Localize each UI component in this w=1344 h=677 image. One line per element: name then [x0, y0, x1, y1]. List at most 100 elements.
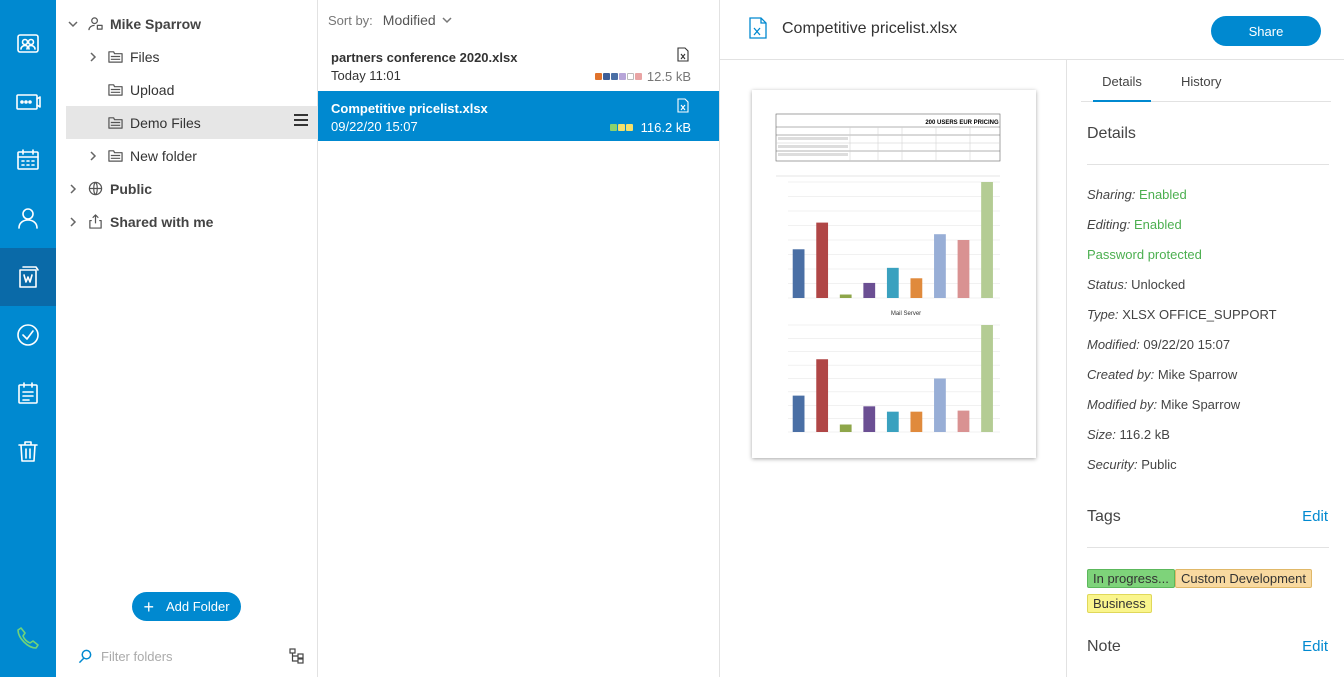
property-value: 09/22/20 15:07	[1143, 337, 1231, 352]
tree-item-label: Demo Files	[130, 114, 201, 131]
property-value: Enabled	[1134, 217, 1182, 232]
tag-custom-development[interactable]: Custom Development	[1175, 569, 1312, 588]
folder-menu-icon[interactable]	[294, 114, 308, 128]
tag-business[interactable]: Business	[1087, 594, 1152, 613]
rail-documents-button[interactable]	[0, 248, 56, 306]
preview-bar	[839, 294, 852, 298]
rail-trash-button[interactable]	[0, 422, 56, 480]
rail-phone-button[interactable]	[0, 609, 56, 667]
detail-sidebar: Details History Details Sharing: Enabled…	[1066, 60, 1344, 677]
user-lock-icon	[86, 15, 104, 33]
property-row: Security: Public	[1087, 457, 1177, 472]
property-key: Modified by:	[1087, 397, 1158, 412]
property-value: Mike Sparrow	[1160, 397, 1241, 412]
preview-bar	[910, 411, 923, 432]
file-preview[interactable]: 200 USERS EUR PRICING Mail Server	[752, 90, 1036, 458]
tree-item-public[interactable]: Public	[66, 172, 318, 205]
property-value: Public	[1141, 457, 1177, 472]
file-name: partners conference 2020.xlsx	[331, 50, 518, 65]
address-book-icon	[17, 34, 39, 53]
rail-contacts-button[interactable]	[0, 15, 56, 73]
chevron-right-icon[interactable]	[66, 215, 80, 229]
file-row[interactable]: partners conference 2020.xlsx Today 11:0…	[318, 40, 719, 90]
rail-notes-button[interactable]	[0, 364, 56, 422]
tag-color-dot	[595, 73, 602, 80]
share-button[interactable]: Share	[1211, 16, 1321, 46]
divider	[1087, 164, 1329, 165]
property-row: Modified: 09/22/20 15:07	[1087, 337, 1230, 352]
tag-color-dot	[626, 124, 633, 131]
folder-filter	[78, 646, 308, 666]
tree-item-demo-files[interactable]: Demo Files	[66, 106, 318, 139]
tab-details[interactable]: Details	[1093, 74, 1151, 102]
edit-tags-link[interactable]: Edit	[1302, 508, 1328, 525]
property-key: Size:	[1087, 427, 1116, 442]
tree-item-upload[interactable]: Upload	[86, 73, 318, 106]
file-list: Sort by: Modified partners conference 20…	[318, 0, 720, 677]
tab-history[interactable]: History	[1181, 74, 1221, 102]
property-value: Password protected	[1087, 247, 1202, 262]
add-folder-button[interactable]: + Add Folder	[132, 592, 241, 621]
tree-view-toggle-icon[interactable]	[289, 648, 305, 664]
sort-control[interactable]: Sort by: Modified	[328, 12, 452, 28]
property-value: 116.2 kB	[1119, 427, 1170, 442]
xlsx-file-icon	[677, 98, 689, 113]
detail-tabs: Details History	[1081, 60, 1331, 102]
tag-in-progress[interactable]: In progress...	[1087, 569, 1175, 588]
tree-root-label: Mike Sparrow	[110, 15, 202, 32]
spreadsheet-preview: 200 USERS EUR PRICING Mail Server	[775, 113, 1001, 433]
property-row: Password protected	[1087, 247, 1202, 262]
preview-bar	[934, 234, 946, 298]
tree-item-new-folder[interactable]: New folder	[86, 139, 318, 172]
tag-color-dot	[603, 73, 610, 80]
tags-heading: Tags	[1087, 508, 1121, 525]
preview-bar	[934, 378, 946, 432]
detail-pane: Competitive pricelist.xlsx Share 200 USE…	[720, 0, 1344, 677]
chevron-down-icon	[442, 17, 452, 24]
plus-icon: +	[143, 596, 154, 617]
rail-mail-button[interactable]	[0, 73, 56, 131]
tag-color-dots	[610, 124, 634, 131]
preview-bar	[957, 410, 970, 432]
rail-tasks-button[interactable]	[0, 306, 56, 364]
chevron-right-icon[interactable]	[86, 50, 100, 64]
phone-icon	[17, 627, 39, 649]
chevron-right-icon[interactable]	[86, 149, 100, 163]
property-key: Modified:	[1087, 337, 1140, 352]
chevron-right-icon[interactable]	[66, 182, 80, 196]
property-value: Unlocked	[1131, 277, 1186, 292]
preview-bar	[792, 395, 805, 432]
folder-icon	[106, 48, 124, 66]
preview-bar	[863, 406, 876, 432]
tree-root-mike-sparrow[interactable]: Mike Sparrow	[66, 7, 318, 40]
preview-bar	[792, 249, 805, 298]
preview-chart-1	[788, 181, 1000, 299]
property-row: Status: Unlocked	[1087, 277, 1185, 292]
edit-note-link[interactable]: Edit	[1302, 638, 1328, 655]
file-name: Competitive pricelist.xlsx	[331, 101, 488, 116]
sort-label: Sort by:	[328, 12, 373, 28]
xlsx-file-icon	[677, 47, 689, 62]
app-rail	[0, 0, 56, 677]
property-key: Type:	[1087, 307, 1119, 322]
tree-item-files[interactable]: Files	[86, 40, 318, 73]
preview-bar	[981, 325, 993, 432]
tag-color-dot	[611, 73, 618, 80]
mail-icon	[16, 94, 41, 110]
tree-item-shared[interactable]: Shared with me	[66, 205, 318, 238]
rail-user-button[interactable]	[0, 189, 56, 247]
rail-calendar-button[interactable]	[0, 131, 56, 189]
property-row: Size: 116.2 kB	[1087, 427, 1170, 442]
user-icon	[18, 208, 38, 229]
folder-icon	[106, 81, 124, 99]
folder-icon	[106, 114, 124, 132]
filter-folders-input[interactable]	[101, 648, 271, 664]
details-heading: Details	[1087, 125, 1136, 142]
chevron-down-icon[interactable]	[66, 17, 80, 31]
preview-bar	[816, 359, 829, 432]
preview-bar	[981, 182, 993, 298]
xlsx-file-icon	[749, 17, 767, 39]
detail-title: Competitive pricelist.xlsx	[782, 20, 958, 37]
file-row-selected[interactable]: Competitive pricelist.xlsx 09/22/20 15:0…	[318, 91, 719, 141]
folder-icon	[106, 147, 124, 165]
